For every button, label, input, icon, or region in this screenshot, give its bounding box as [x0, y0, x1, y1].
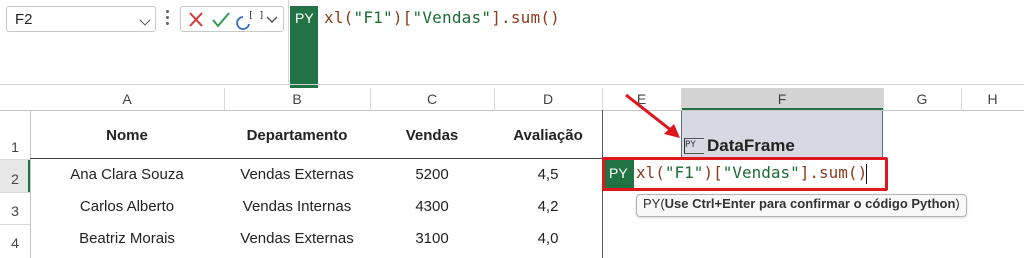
- row-header-3[interactable]: 3: [0, 203, 30, 219]
- column-header-a[interactable]: A: [30, 88, 224, 110]
- tooltip-prefix: PY(: [643, 196, 665, 211]
- table-cell[interactable]: Beatriz Morais: [30, 230, 224, 247]
- formula-token: "Vendas": [412, 8, 492, 27]
- table-cell[interactable]: 4,2: [494, 198, 602, 215]
- table-header-vendas[interactable]: Vendas: [370, 127, 494, 144]
- table-header-departamento[interactable]: Departamento: [224, 127, 370, 144]
- highlight-box: [602, 157, 888, 191]
- divider: [0, 159, 30, 160]
- column-header-b[interactable]: B: [224, 88, 370, 110]
- table-cell[interactable]: 4300: [370, 198, 494, 215]
- table-header-border: [30, 158, 603, 159]
- table-cell[interactable]: 5200: [370, 166, 494, 183]
- more-options-icon[interactable]: [166, 10, 170, 28]
- python-badge-label: PY: [295, 10, 314, 26]
- chevron-down-icon[interactable]: [139, 14, 151, 26]
- tooltip-suffix: ): [955, 196, 960, 211]
- confirm-icon[interactable]: [212, 12, 230, 28]
- table-cell[interactable]: Vendas Internas: [224, 198, 370, 215]
- table-header-avaliacao[interactable]: Avaliação: [494, 127, 602, 144]
- row-header-1[interactable]: 1: [0, 139, 30, 155]
- name-box-value: F2: [15, 11, 33, 28]
- formula-token: ].sum(): [491, 8, 561, 27]
- divider: [0, 84, 1024, 85]
- cancel-icon[interactable]: [189, 12, 203, 27]
- divider: [0, 192, 30, 193]
- dataframe-label: DataFrame: [707, 136, 795, 155]
- column-header-d[interactable]: D: [494, 88, 602, 110]
- table-cell[interactable]: Ana Clara Souza: [30, 166, 224, 183]
- row-header-4[interactable]: 4: [0, 235, 30, 251]
- table-cell[interactable]: 3100: [370, 230, 494, 247]
- table-cell[interactable]: Carlos Alberto: [30, 198, 224, 215]
- column-header-g[interactable]: G: [883, 88, 961, 110]
- python-tooltip: PY(Use Ctrl+Enter para confirmar o códig…: [636, 194, 967, 217]
- svg-text:[ ]: [ ]: [248, 11, 264, 21]
- table-cell[interactable]: 4,5: [494, 166, 602, 183]
- table-cell[interactable]: Vendas Externas: [224, 166, 370, 183]
- formula-token: "F1": [353, 8, 393, 27]
- chevron-down-icon[interactable]: [266, 16, 278, 24]
- formula-actions: [ ]: [180, 6, 284, 32]
- formula-token: )[: [392, 8, 413, 27]
- column-header-h[interactable]: H: [961, 88, 1024, 110]
- annotation-arrow-icon: [625, 93, 680, 138]
- formula-actions-icons: [ ]: [189, 11, 278, 30]
- python-insert-icon[interactable]: [ ]: [236, 11, 264, 30]
- table-cell[interactable]: Vendas Externas: [224, 230, 370, 247]
- name-box[interactable]: F2: [6, 6, 156, 32]
- column-header-f[interactable]: F: [681, 88, 883, 110]
- formula-input[interactable]: xl("F1")["Vendas"].sum(): [324, 8, 560, 27]
- formula-token: xl(: [324, 8, 354, 27]
- tooltip-hint: Use Ctrl+Enter para confirmar o código P…: [664, 196, 956, 211]
- divider: [288, 0, 289, 84]
- divider: [0, 224, 30, 225]
- row-header-2[interactable]: 2: [0, 171, 30, 187]
- table-cell[interactable]: 4,0: [494, 230, 602, 247]
- column-header-c[interactable]: C: [370, 88, 494, 110]
- table-header-nome[interactable]: Nome: [30, 127, 224, 144]
